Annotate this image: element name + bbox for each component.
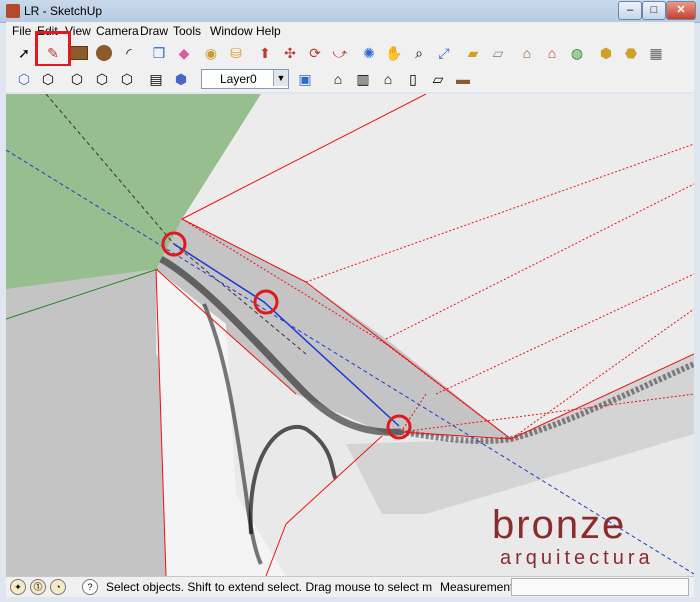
shaded-style-icon[interactable]: ⬡ <box>92 69 112 89</box>
wireframe-style-icon[interactable]: ⬡ <box>38 69 58 89</box>
offset-icon[interactable]: ⤻ <box>330 43 350 63</box>
toggle-terrain-icon[interactable]: ⬣ <box>621 43 641 63</box>
status-hint: Select objects. Shift to extend select. … <box>106 580 433 594</box>
shaded-texture-icon[interactable]: ⬡ <box>117 69 137 89</box>
title-bar: LR - SketchUp – □ ✕ <box>0 0 700 23</box>
toolbar-main: ➚ ✎ ◜ ❒ ◆ ◉ ⛁ ⬆ ✣ ⟳ ⤻ ✺ ✋ ⌕ ⤢ ▰ ▱ ⌂ ⌂ ◍ … <box>6 40 694 66</box>
window-title: LR - SketchUp <box>24 4 103 18</box>
measurements-label: Measurements <box>440 580 520 594</box>
menu-draw[interactable]: Draw <box>140 24 168 38</box>
close-button[interactable]: ✕ <box>666 1 696 20</box>
toolbar-views: ⬡ ⬡ ⬡ ⬡ ⬡ ▤ ⬢ ➚ ▣ ⌂ ▥ ⌂ ▯ ▱ ▬ <box>6 66 694 92</box>
help-icon[interactable]: ? <box>82 579 98 595</box>
zoom-extents-icon[interactable]: ⤢ <box>434 43 454 63</box>
sign-in-icon[interactable]: ◔ <box>50 579 66 595</box>
vertex-marker <box>253 289 279 315</box>
arc-tool-icon[interactable]: ◜ <box>119 43 139 63</box>
eraser-icon[interactable]: ◆ <box>174 43 194 63</box>
layer-dropdown-value: Layer0 <box>220 72 257 86</box>
watermark-main: bronze <box>492 503 627 547</box>
back-view-icon[interactable]: ▱ <box>428 69 448 89</box>
top-view-icon[interactable]: ▥ <box>353 69 373 89</box>
previous-view-icon[interactable]: ▰ <box>463 43 483 63</box>
left-view-icon[interactable]: ▬ <box>453 69 473 89</box>
front-view-icon[interactable]: ⌂ <box>378 69 398 89</box>
push-pull-icon[interactable]: ⬆ <box>255 43 275 63</box>
axes-style-icon[interactable]: ⬢ <box>171 69 191 89</box>
menu-help[interactable]: Help <box>256 24 281 38</box>
maximize-button[interactable]: □ <box>642 1 666 20</box>
select-arrow-icon[interactable]: ➚ <box>14 43 34 63</box>
watermark-sub: arquitectura <box>500 547 654 569</box>
get-models-icon[interactable]: ⌂ <box>517 43 537 63</box>
sketchup-app-icon <box>6 4 20 18</box>
bronze-logo-watermark: bronze arquitectura <box>484 503 684 575</box>
menu-file[interactable]: File <box>12 24 31 38</box>
paint-bucket-icon[interactable]: ⛁ <box>226 43 246 63</box>
hidden-line-style-icon[interactable]: ⬡ <box>67 69 87 89</box>
menu-bar: File Edit View Camera Draw Tools Window … <box>6 22 694 40</box>
next-view-icon[interactable]: ▱ <box>488 43 508 63</box>
credits-icon[interactable]: ⓵ <box>30 579 46 595</box>
tape-measure-icon[interactable]: ◉ <box>201 43 221 63</box>
rotate-icon[interactable]: ⟳ <box>305 43 325 63</box>
share-model-icon[interactable]: ⌂ <box>542 43 562 63</box>
menu-window[interactable]: Window <box>210 24 253 38</box>
status-bar: ✦ ⓵ ◔ ? Select objects. Shift to extend … <box>6 576 694 597</box>
layer-dropdown[interactable]: Layer0 ▼ <box>201 69 289 89</box>
iso-view-icon[interactable]: ⌂ <box>328 69 348 89</box>
chevron-down-icon[interactable]: ▼ <box>273 70 288 86</box>
pencil-tool-highlight <box>35 31 71 67</box>
layer-manager-icon[interactable]: ▣ <box>295 69 315 89</box>
menu-camera[interactable]: Camera <box>96 24 139 38</box>
measurements-field[interactable] <box>511 578 689 596</box>
menu-tools[interactable]: Tools <box>173 24 201 38</box>
make-component-icon[interactable]: ❒ <box>149 43 169 63</box>
geo-location-icon[interactable]: ✦ <box>10 579 26 595</box>
circle-tool-icon[interactable] <box>94 43 114 63</box>
right-view-icon[interactable]: ▯ <box>403 69 423 89</box>
orbit-icon[interactable]: ✺ <box>359 43 379 63</box>
xray-style-icon[interactable]: ⬡ <box>14 69 34 89</box>
minimize-button[interactable]: – <box>618 1 642 20</box>
add-location-icon[interactable]: ▦ <box>646 43 666 63</box>
rectangle-tool-icon[interactable] <box>69 43 89 63</box>
pan-hand-icon[interactable]: ✋ <box>384 43 404 63</box>
google-earth-icon[interactable]: ◍ <box>567 43 587 63</box>
move-icon[interactable]: ✣ <box>280 43 300 63</box>
monochrome-style-icon[interactable]: ▤ <box>146 69 166 89</box>
get-photo-texture-icon[interactable]: ⬢ <box>596 43 616 63</box>
zoom-icon[interactable]: ⌕ <box>409 43 429 63</box>
